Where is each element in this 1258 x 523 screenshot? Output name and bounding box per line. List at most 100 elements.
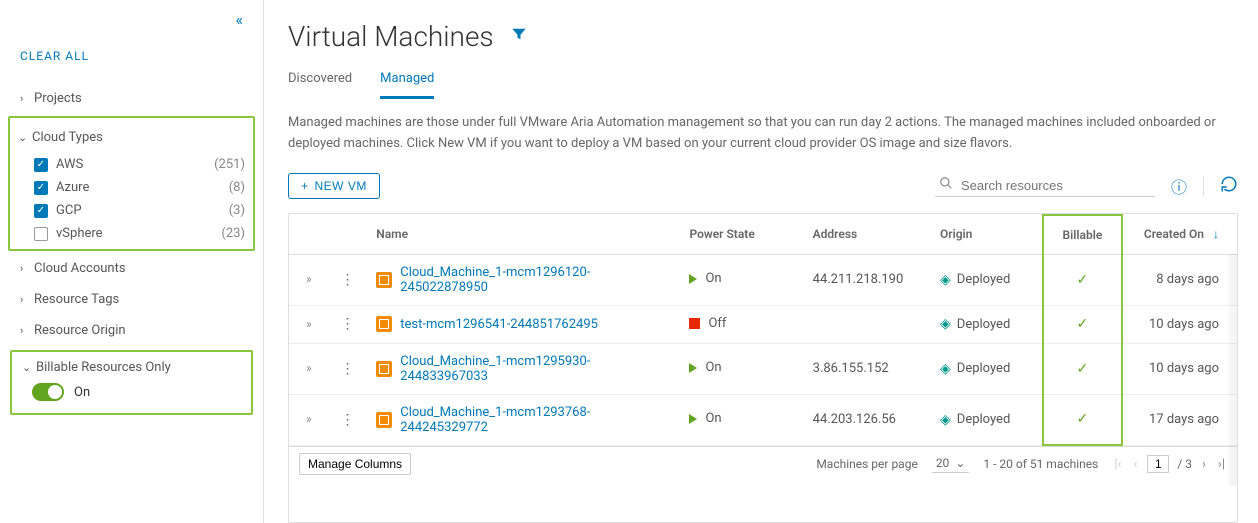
col-name[interactable]: Name [366,215,679,255]
check-icon: ✓ [1077,272,1089,288]
total-pages: / 3 [1177,457,1192,471]
clear-all-button[interactable]: CLEAR ALL [0,39,263,83]
row-actions-icon[interactable]: ⋮ [340,361,354,377]
tabs: Discovered Managed [288,65,1238,99]
expand-row-icon[interactable]: » [306,361,312,375]
table-row[interactable]: » ⋮ Cloud_Machine_1-mcm1296120-24502287895… [289,254,1237,305]
table-row[interactable]: »⋮test-mcm1296541-244851762495Off◈Deploy… [289,305,1237,343]
created-cell: 17 days ago [1122,394,1237,445]
search-resources[interactable] [935,174,1155,197]
col-address[interactable]: Address [803,215,930,255]
col-power[interactable]: Power State [679,215,802,255]
col-created[interactable]: Created On ↓ [1122,215,1237,255]
created-cell: 8 days ago [1122,254,1237,305]
filter-sidebar: « CLEAR ALL › Projects ⌄ Cloud Types ✓ A… [0,0,264,523]
power-on-icon [689,274,697,284]
option-label: AWS [56,157,214,172]
refresh-icon[interactable] [1220,175,1238,197]
power-label: On [705,360,721,375]
address-cell: 3.86.155.152 [803,343,930,394]
power-label: Off [708,316,726,331]
vm-name-link[interactable]: Cloud_Machine_1-mcm1296120-245022878950 [400,265,640,295]
first-page-icon[interactable]: |‹ [1112,457,1123,472]
machines-table: Name Power State Address Origin Billable… [288,213,1238,523]
info-icon[interactable]: ⓘ [1171,174,1187,198]
vm-name-link[interactable]: test-mcm1296541-244851762495 [400,317,598,332]
address-cell [803,305,930,343]
vm-name-link[interactable]: Cloud_Machine_1-mcm1295930-244833967033 [400,354,640,384]
created-cell: 10 days ago [1122,305,1237,343]
chevron-right-icon: › [20,262,34,275]
chevron-down-icon: ⌄ [22,361,36,374]
scrollbar[interactable] [1229,254,1237,486]
address-cell: 44.211.218.190 [803,254,930,305]
tab-discovered[interactable]: Discovered [288,65,352,99]
separator [1203,176,1204,196]
vm-icon [376,316,392,332]
option-count: (23) [221,226,245,241]
deployed-icon: ◈ [940,412,951,428]
chevron-right-icon: › [20,293,34,306]
table-row[interactable]: » ⋮ Cloud_Machine_1-mcm1293768-24424532977… [289,394,1237,445]
checkbox-checked-icon[interactable]: ✓ [34,204,48,218]
chevron-down-icon: ⌄ [18,131,32,144]
origin-label: Deployed [957,272,1011,287]
last-page-icon[interactable]: ›| [1216,457,1227,472]
row-actions-icon[interactable]: ⋮ [340,272,354,288]
option-count: (8) [229,180,245,195]
search-input[interactable] [961,178,1151,193]
filter-cloud-accounts[interactable]: › Cloud Accounts [12,253,251,284]
filter-cloud-types[interactable]: ⌄ Cloud Types [10,122,253,153]
filter-label: Projects [34,91,82,106]
option-aws[interactable]: ✓ AWS (251) [26,153,253,176]
option-vsphere[interactable]: vSphere (23) [26,222,253,245]
filter-billable-only[interactable]: ⌄ Billable Resources Only [18,358,245,377]
per-page-select[interactable]: 20 ⌄ [932,456,970,473]
option-count: (251) [214,157,245,172]
option-azure[interactable]: ✓ Azure (8) [26,176,253,199]
manage-columns-button[interactable]: Manage Columns [299,453,411,475]
filter-label: Billable Resources Only [36,360,171,375]
filter-label: Resource Origin [34,323,126,338]
per-page-value: 20 [936,456,950,470]
expand-row-icon[interactable]: » [306,272,312,286]
sort-desc-icon: ↓ [1213,227,1219,241]
option-gcp[interactable]: ✓ GCP (3) [26,199,253,222]
chevron-right-icon: › [20,324,34,337]
table-row[interactable]: » ⋮ Cloud_Machine_1-mcm1295930-24483396703… [289,343,1237,394]
page-input[interactable] [1147,455,1169,473]
option-label: GCP [56,203,229,218]
check-icon: ✓ [1077,361,1089,377]
chevron-right-icon: › [20,92,34,105]
filter-icon[interactable] [510,25,528,48]
billable-toggle[interactable] [32,383,64,401]
option-label: Azure [56,180,229,195]
row-actions-icon[interactable]: ⋮ [340,316,354,332]
expand-row-icon[interactable]: » [306,317,312,331]
col-created-label: Created On [1144,227,1204,241]
filter-resource-origin[interactable]: › Resource Origin [12,315,251,346]
filter-projects[interactable]: › Projects [12,83,251,114]
new-vm-button[interactable]: + NEW VM [288,173,380,199]
option-count: (3) [229,203,245,218]
per-page-label: Machines per page [816,457,917,471]
power-off-icon [689,318,700,329]
checkbox-checked-icon[interactable]: ✓ [34,181,48,195]
power-on-icon [689,414,697,424]
deployed-icon: ◈ [940,316,951,332]
power-label: On [705,271,721,286]
col-origin[interactable]: Origin [930,215,1043,255]
checkbox-checked-icon[interactable]: ✓ [34,158,48,172]
page-title: Virtual Machines [288,20,494,53]
checkbox-unchecked-icon[interactable] [34,227,48,241]
expand-row-icon[interactable]: » [306,412,312,426]
next-page-icon[interactable]: › [1200,457,1208,472]
tab-managed[interactable]: Managed [380,65,434,99]
filter-resource-tags[interactable]: › Resource Tags [12,284,251,315]
search-icon [939,176,953,194]
vm-name-link[interactable]: Cloud_Machine_1-mcm1293768-244245329772 [400,405,640,435]
prev-page-icon[interactable]: ‹ [1131,457,1139,472]
col-billable[interactable]: Billable [1043,215,1122,255]
row-actions-icon[interactable]: ⋮ [340,412,354,428]
collapse-sidebar-icon[interactable]: « [235,10,243,29]
